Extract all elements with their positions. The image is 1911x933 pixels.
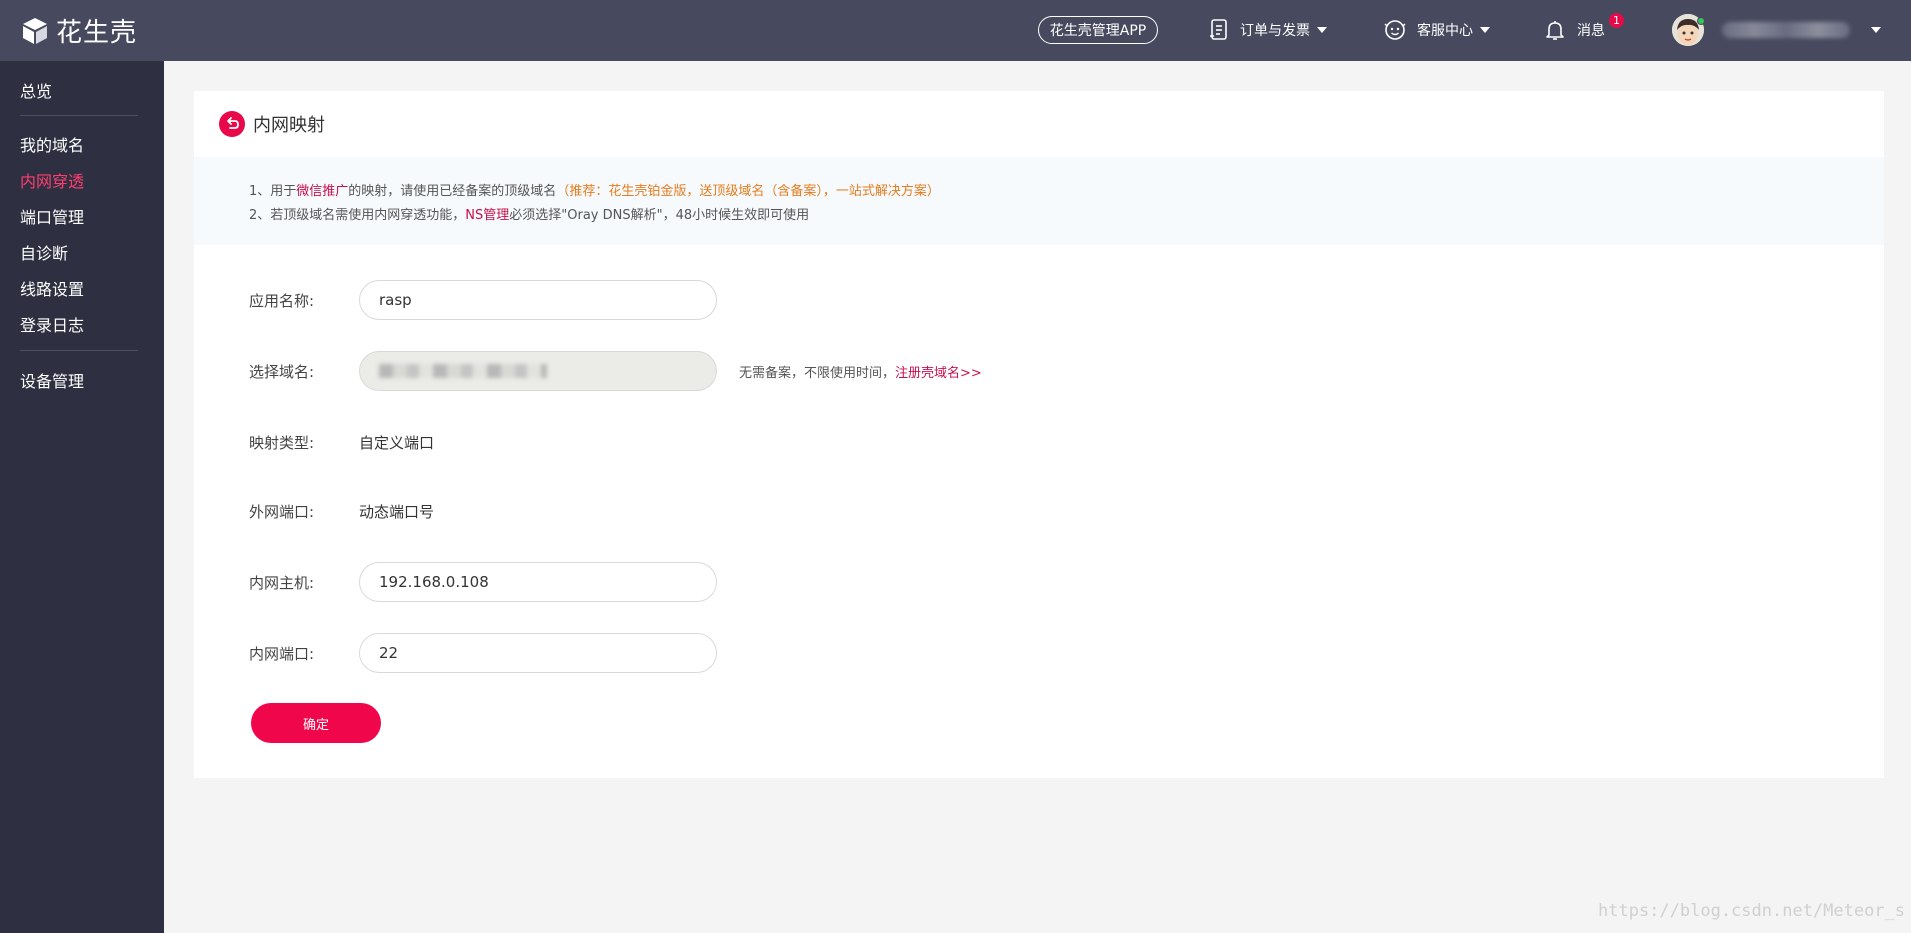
service-label: 客服中心 bbox=[1417, 23, 1473, 39]
mapping-type-label: 映射类型: bbox=[249, 433, 315, 452]
orders-invoices-menu[interactable]: 订单与发票 bbox=[1208, 16, 1327, 44]
online-status-dot bbox=[1697, 17, 1705, 25]
document-icon bbox=[1210, 19, 1227, 40]
notice-line-2: 2、若顶级域名需使用内网穿透功能，NS管理必须选择"Oray DNS解析"，48… bbox=[249, 204, 1884, 228]
notice-text: 2、若顶级域名需使用内网穿透功能， bbox=[249, 208, 466, 223]
top-bar: 花生壳 花生壳管理APP 订单与发票 客服中心 消息 1 bbox=[0, 0, 1911, 61]
notice-line-1: 1、用于微信推广的映射，请使用已经备案的顶级域名（推荐：花生壳铂金版，送顶级域名… bbox=[249, 180, 1884, 204]
sidebar-item-line-settings[interactable]: 线路设置 bbox=[20, 276, 84, 300]
back-arrow-icon bbox=[227, 117, 239, 129]
sidebar-item-port-management[interactable]: 端口管理 bbox=[20, 204, 84, 228]
intranet-host-input[interactable]: 192.168.0.108 bbox=[359, 562, 717, 602]
domain-value-blurred bbox=[379, 364, 547, 378]
app-name-label: 应用名称: bbox=[249, 291, 315, 310]
external-port-row: 外网端口: 动态端口号 bbox=[249, 491, 434, 531]
register-domain-link[interactable]: 注册壳域名>> bbox=[895, 366, 982, 381]
ns-management-link[interactable]: NS管理 bbox=[465, 208, 509, 223]
app-name-input[interactable]: rasp bbox=[359, 280, 717, 320]
sidebar: 总览 我的域名 内网穿透 端口管理 自诊断 线路设置 登录日志 设备管理 bbox=[0, 61, 164, 933]
logo[interactable]: 花生壳 bbox=[20, 12, 137, 49]
notice-box: 1、用于微信推广的映射，请使用已经备案的顶级域名（推荐：花生壳铂金版，送顶级域名… bbox=[194, 157, 1884, 245]
service-center-menu[interactable]: 客服中心 bbox=[1383, 16, 1490, 44]
intranet-port-row: 内网端口: 22 bbox=[249, 633, 717, 673]
bell-icon bbox=[1546, 21, 1564, 40]
intranet-port-value: 22 bbox=[379, 644, 399, 662]
sidebar-item-login-log[interactable]: 登录日志 bbox=[20, 312, 84, 336]
back-button[interactable] bbox=[219, 111, 245, 137]
wechat-promo-highlight: 微信推广 bbox=[296, 184, 349, 199]
mapping-type-value: 自定义端口 bbox=[359, 433, 435, 452]
orders-label: 订单与发票 bbox=[1240, 23, 1310, 39]
sidebar-item-device-management[interactable]: 设备管理 bbox=[20, 368, 84, 392]
domain-row: 选择域名: 无需备案，不限使用时间，注册壳域名>> bbox=[249, 351, 982, 391]
sidebar-divider bbox=[20, 115, 138, 116]
external-port-label: 外网端口: bbox=[249, 502, 315, 521]
intranet-host-value: 192.168.0.108 bbox=[379, 573, 489, 591]
sidebar-item-intranet-penetration[interactable]: 内网穿透 bbox=[20, 168, 84, 192]
manage-app-button[interactable]: 花生壳管理APP bbox=[1038, 16, 1158, 44]
sidebar-item-my-domains[interactable]: 我的域名 bbox=[20, 132, 84, 156]
recommendation-link[interactable]: （推荐：花生壳铂金版，送顶级域名（含备案），一站式解决方案） bbox=[556, 184, 940, 199]
username-blurred[interactable] bbox=[1722, 22, 1850, 38]
messages-count-badge: 1 bbox=[1609, 13, 1624, 28]
domain-select[interactable] bbox=[359, 351, 717, 391]
app-name-row: 应用名称: rasp bbox=[249, 280, 717, 320]
notice-text: 必须选择"Oray DNS解析"，48小时候生效即可使用 bbox=[509, 208, 810, 223]
user-menu-chevron-down-icon[interactable] bbox=[1871, 27, 1881, 33]
mapping-type-row: 映射类型: 自定义端口 bbox=[249, 422, 434, 462]
messages-label: 消息 bbox=[1577, 23, 1605, 39]
chevron-down-icon bbox=[1317, 27, 1327, 33]
intranet-port-input[interactable]: 22 bbox=[359, 633, 717, 673]
intranet-host-label: 内网主机: bbox=[249, 573, 315, 592]
intranet-mapping-card: 内网映射 1、用于微信推广的映射，请使用已经备案的顶级域名（推荐：花生壳铂金版，… bbox=[194, 91, 1884, 778]
domain-label: 选择域名: bbox=[249, 362, 315, 381]
intranet-port-label: 内网端口: bbox=[249, 644, 315, 663]
logo-text: 花生壳 bbox=[56, 18, 138, 48]
sidebar-divider bbox=[20, 350, 138, 351]
intranet-host-row: 内网主机: 192.168.0.108 bbox=[249, 562, 717, 602]
notice-text: 的映射，请使用已经备案的顶级域名 bbox=[348, 184, 557, 199]
watermark: https://blog.csdn.net/Meteor_s bbox=[1598, 901, 1906, 921]
notice-text: 1、用于 bbox=[249, 184, 297, 199]
sidebar-item-self-diagnosis[interactable]: 自诊断 bbox=[20, 240, 68, 264]
sidebar-item-overview[interactable]: 总览 bbox=[20, 78, 52, 102]
customer-service-icon bbox=[1384, 20, 1406, 40]
external-port-value: 动态端口号 bbox=[359, 502, 435, 521]
domain-hint: 无需备案，不限使用时间，注册壳域名>> bbox=[739, 362, 982, 381]
peanut-shell-logo-icon bbox=[23, 17, 47, 44]
app-name-value: rasp bbox=[379, 291, 412, 309]
chevron-down-icon bbox=[1480, 27, 1490, 33]
domain-hint-text: 无需备案，不限使用时间， bbox=[739, 365, 896, 381]
card-header: 内网映射 bbox=[194, 91, 1884, 157]
messages-menu[interactable]: 消息 1 bbox=[1543, 13, 1624, 44]
confirm-button[interactable]: 确定 bbox=[251, 703, 381, 743]
page-title: 内网映射 bbox=[253, 115, 325, 136]
